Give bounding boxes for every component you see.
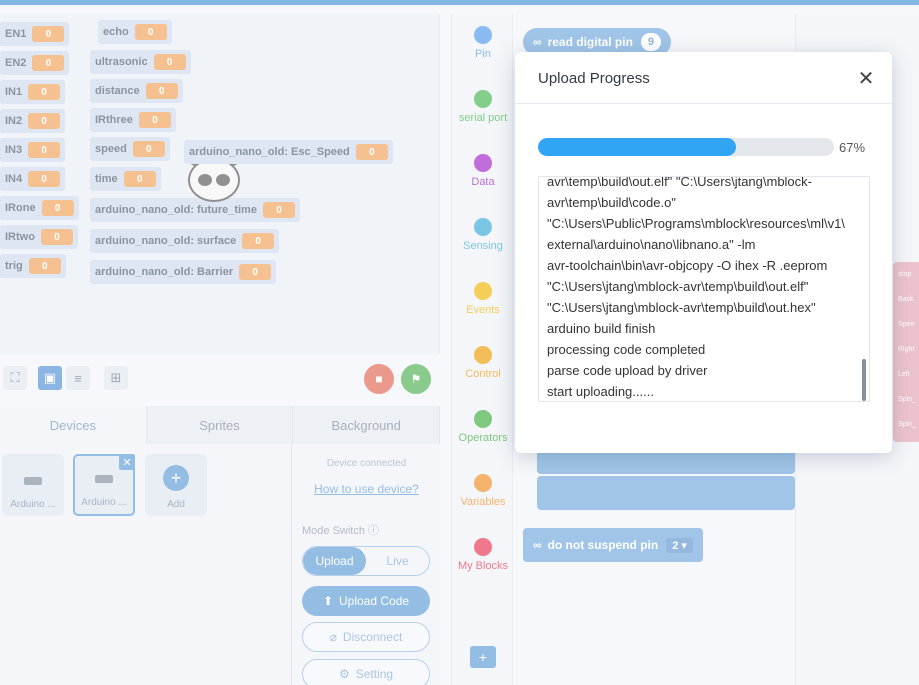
- log-line: arduino build finish: [547, 321, 656, 336]
- log-line: avr\temp\build\out.elf" "C:\Users\jtang\…: [547, 176, 812, 189]
- log-line: "C:\Users\jtang\mblock-avr\temp\build\ou…: [547, 279, 809, 294]
- log-line: start uploading......: [547, 384, 654, 399]
- close-icon[interactable]: ✕: [854, 66, 878, 90]
- progress-fill: [538, 138, 737, 156]
- progress-bar: [538, 138, 834, 156]
- log-content: avr\temp\build\out.elf" "C:\Users\jtang\…: [547, 176, 861, 401]
- log-scrollbar[interactable]: [862, 359, 866, 401]
- log-line: avr-toolchain\bin\avr-objcopy -O ihex -R…: [547, 258, 828, 273]
- dialog-header: Upload Progress ✕: [515, 52, 892, 104]
- log-line: "C:\Users\Public\Programs\mblock\resourc…: [547, 216, 845, 231]
- log-line: parse code upload by driver: [547, 363, 708, 378]
- log-line: external\arduino\nano\libnano.a" -lm: [547, 237, 756, 252]
- dialog-title: Upload Progress: [538, 70, 650, 87]
- upload-log[interactable]: avr\temp\build\out.elf" "C:\Users\jtang\…: [538, 176, 870, 402]
- log-line: avr\temp\build\code.o": [547, 195, 676, 210]
- progress-percent: 67%: [839, 140, 866, 155]
- log-line: "C:\Users\jtang\mblock-avr\temp\build\ou…: [547, 300, 816, 315]
- log-line: processing code completed: [547, 342, 706, 357]
- upload-progress-dialog: Upload Progress ✕ 67% avr\temp\build\out…: [515, 52, 892, 453]
